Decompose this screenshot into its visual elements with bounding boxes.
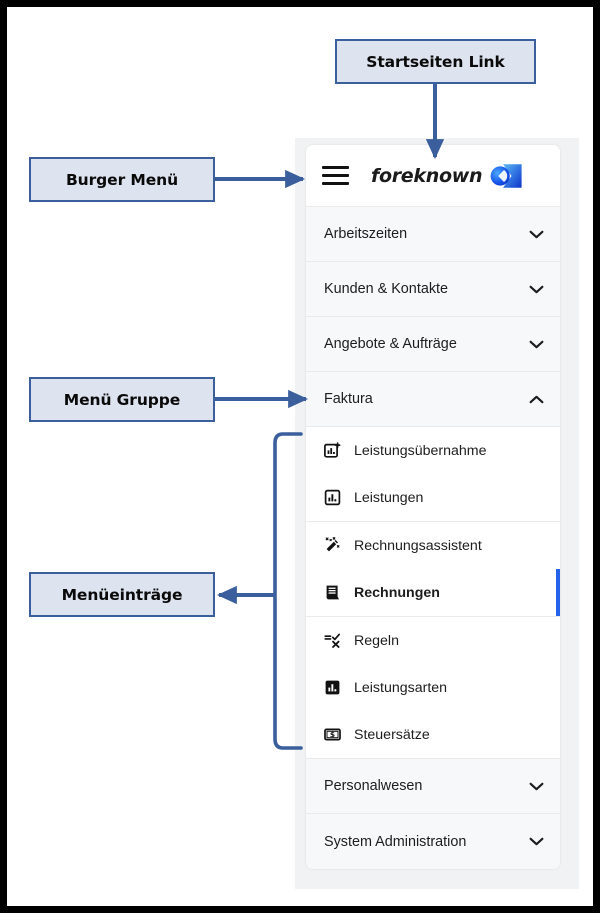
submenu-block: Rechnungsassistent Rechnungen: [306, 522, 560, 617]
chart-filled-icon: [324, 679, 341, 696]
menu-group-label: Personalwesen: [324, 778, 423, 794]
hamburger-menu-icon[interactable]: [322, 166, 349, 185]
faktura-submenu: Leistungsübernahme Leistungen Rechnungsa…: [306, 427, 560, 759]
app-screenshot-panel: foreknown Arbeitszeiten Kunden & Kontakt…: [295, 138, 579, 889]
submenu-item-leistungsuebernahme[interactable]: Leistungsübernahme: [306, 427, 560, 474]
menu-group-arbeitszeiten[interactable]: Arbeitszeiten: [306, 207, 560, 262]
callout-startseiten-link: Startseiten Link: [335, 39, 536, 84]
callout-label: Burger Menü: [65, 170, 179, 189]
menu-group-label: System Administration: [324, 833, 467, 850]
foreknown-logo-icon: [489, 163, 523, 189]
menu-group-kunden-kontakte[interactable]: Kunden & Kontakte: [306, 262, 560, 317]
chart-box-icon: [324, 489, 341, 506]
submenu-item-label: Leistungen: [354, 489, 424, 506]
submenu-item-rechnungen[interactable]: Rechnungen: [306, 569, 560, 616]
hamburger-line: [322, 173, 349, 178]
navigation-menu-card: foreknown Arbeitszeiten Kunden & Kontakt…: [306, 145, 560, 869]
startseiten-link[interactable]: foreknown: [371, 163, 523, 189]
menu-group-label: Angebote & Aufträge: [324, 336, 457, 352]
menu-group-label: Arbeitszeiten: [324, 226, 408, 242]
money-tax-icon: $: [324, 726, 341, 743]
submenu-item-label: Leistungsübernahme: [354, 442, 487, 459]
submenu-item-label: Rechnungsassistent: [354, 537, 482, 554]
chart-add-icon: [324, 442, 341, 459]
menu-group-personalwesen[interactable]: Personalwesen: [306, 759, 560, 814]
submenu-item-label: Regeln: [354, 632, 399, 649]
callout-burger-menu: Burger Menü: [29, 157, 215, 202]
active-item-indicator: [556, 569, 560, 616]
chevron-down-icon: [529, 782, 544, 791]
submenu-item-leistungsarten[interactable]: Leistungsarten: [306, 664, 560, 711]
menu-group-angebote-auftraege[interactable]: Angebote & Aufträge: [306, 317, 560, 372]
callout-label: Menüeinträge: [61, 585, 183, 604]
hamburger-line: [322, 166, 349, 170]
submenu-item-rechnungsassistent[interactable]: Rechnungsassistent: [306, 522, 560, 569]
submenu-item-steuersaetze[interactable]: $ Steuersätze: [306, 711, 560, 758]
submenu-item-label: Rechnungen: [354, 584, 440, 601]
submenu-item-leistungen[interactable]: Leistungen: [306, 474, 560, 521]
submenu-block: Regeln Leistungsarten $ Steuersätze: [306, 617, 560, 759]
chevron-down-icon: [529, 837, 544, 846]
chevron-up-icon: [529, 395, 544, 404]
submenu-item-regeln[interactable]: Regeln: [306, 617, 560, 664]
svg-text:$: $: [330, 730, 335, 739]
menu-group-label: Kunden & Kontakte: [324, 281, 449, 297]
menu-group-system-administration[interactable]: System Administration: [306, 814, 560, 869]
hamburger-line: [322, 181, 349, 185]
callout-label: Menü Gruppe: [63, 390, 181, 409]
callout-label: Startseiten Link: [366, 52, 505, 71]
chevron-down-icon: [529, 230, 544, 239]
receipt-icon: [324, 584, 341, 601]
submenu-block: Leistungsübernahme Leistungen: [306, 427, 560, 522]
submenu-item-label: Leistungsarten: [354, 679, 448, 696]
callout-menueintraege: Menüeinträge: [29, 572, 215, 617]
chevron-down-icon: [529, 340, 544, 349]
callout-menu-gruppe: Menü Gruppe: [29, 377, 215, 422]
menu-group-label: Faktura: [324, 391, 373, 407]
magic-wand-icon: [324, 537, 341, 554]
app-header: foreknown: [306, 145, 560, 207]
rules-check-x-icon: [324, 632, 341, 649]
menu-group-faktura[interactable]: Faktura: [306, 372, 560, 427]
annotated-screenshot-frame: foreknown Arbeitszeiten Kunden & Kontakt…: [0, 0, 600, 913]
chevron-down-icon: [529, 285, 544, 294]
brand-name: foreknown: [371, 164, 483, 187]
submenu-item-label: Steuersätze: [354, 726, 430, 743]
